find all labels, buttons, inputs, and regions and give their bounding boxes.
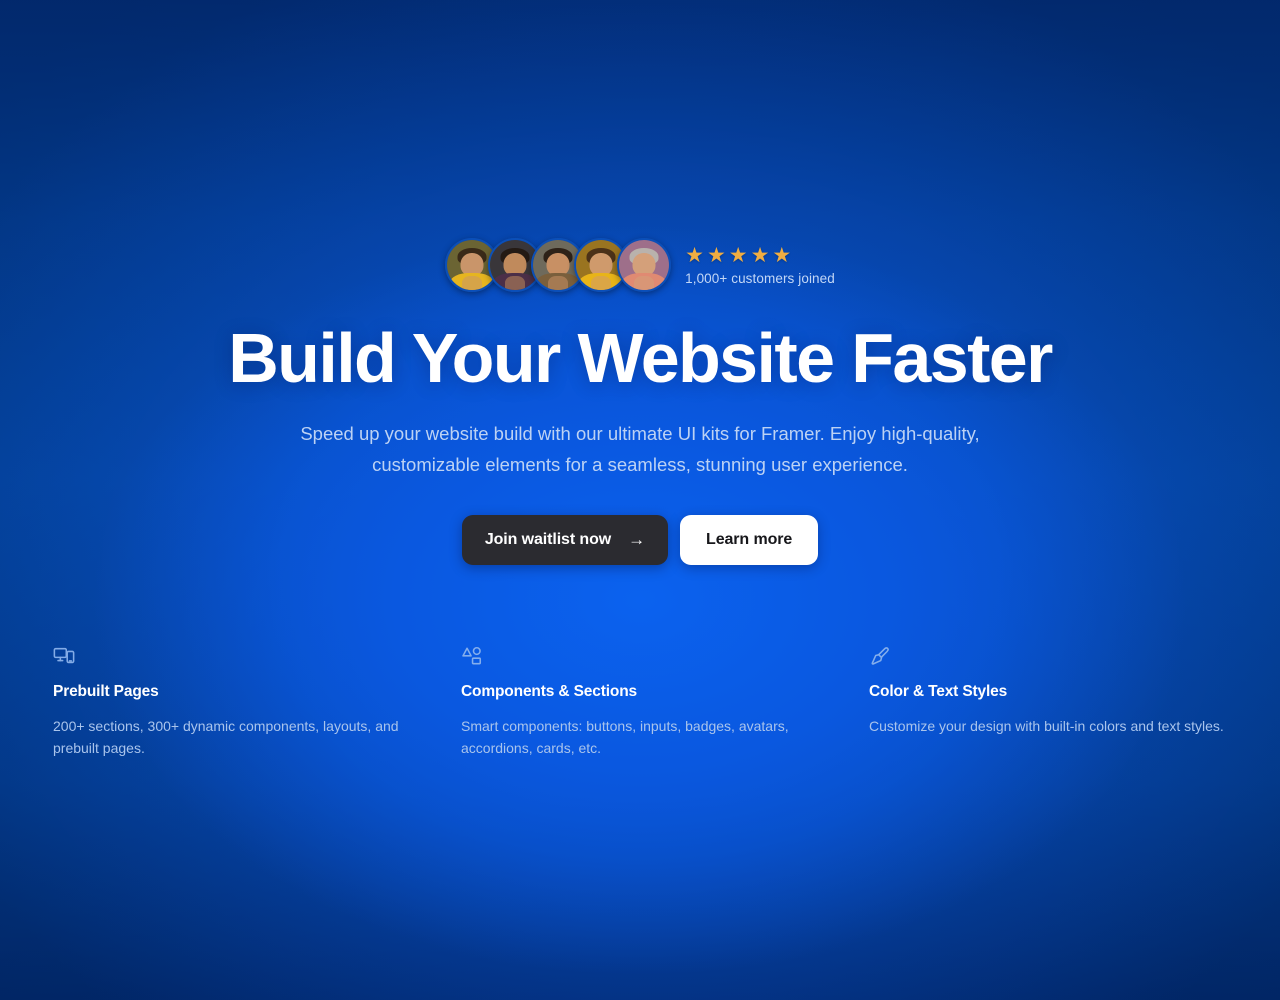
feature-title: Components & Sections <box>461 683 637 700</box>
hero-section: ★ ★ ★ ★ ★ 1,000+ customers joined Build Your… <box>0 238 1280 565</box>
arrow-right-icon: → <box>628 530 646 549</box>
shapes-icon <box>461 645 483 667</box>
join-waitlist-button[interactable]: Join waitlist now → <box>461 514 669 565</box>
star-icon: ★ <box>772 243 792 267</box>
feature-item: Prebuilt Pages 200+ sections, 300+ dynam… <box>53 645 411 759</box>
feature-item: Components & Sections Smart components: … <box>461 645 819 759</box>
star-icon: ★ <box>685 243 704 267</box>
devices-icon <box>53 645 75 667</box>
rating-block: ★ ★ ★ ★ ★ 1,000+ customers joined <box>685 245 835 286</box>
feature-description: Smart components: buttons, inputs, badge… <box>461 718 789 756</box>
feature-title: Color & Text Styles <box>869 683 1008 700</box>
feature-title: Prebuilt Pages <box>53 683 159 700</box>
star-rating: ★ ★ ★ ★ ★ <box>685 245 835 266</box>
learn-more-label: Learn more <box>706 530 793 548</box>
feature-description: Customize your design with built-in colo… <box>869 718 1224 734</box>
landing-page: ★ ★ ★ ★ ★ 1,000+ customers joined Build Your… <box>0 0 1280 1000</box>
avatar-group <box>445 238 672 292</box>
customers-count: 1,000+ customers joined <box>685 270 835 286</box>
feature-item: Color & Text Styles Customize your desig… <box>869 645 1227 759</box>
join-waitlist-label: Join waitlist now <box>484 530 612 548</box>
page-title: Build Your Website Faster <box>228 319 1053 397</box>
star-icon: ★ <box>750 243 770 267</box>
learn-more-button[interactable]: Learn more <box>680 514 819 565</box>
star-icon: ★ <box>706 243 726 267</box>
cta-row: Join waitlist now → Learn more <box>461 514 819 565</box>
social-proof: ★ ★ ★ ★ ★ 1,000+ customers joined <box>445 238 835 292</box>
feature-description: 200+ sections, 300+ dynamic components, … <box>53 718 399 756</box>
avatar <box>617 238 672 292</box>
paintbrush-icon <box>869 645 891 667</box>
features-section: Prebuilt Pages 200+ sections, 300+ dynam… <box>53 645 1227 759</box>
hero-subtitle: Speed up your website build with our ult… <box>300 422 980 475</box>
star-icon: ★ <box>728 243 748 267</box>
